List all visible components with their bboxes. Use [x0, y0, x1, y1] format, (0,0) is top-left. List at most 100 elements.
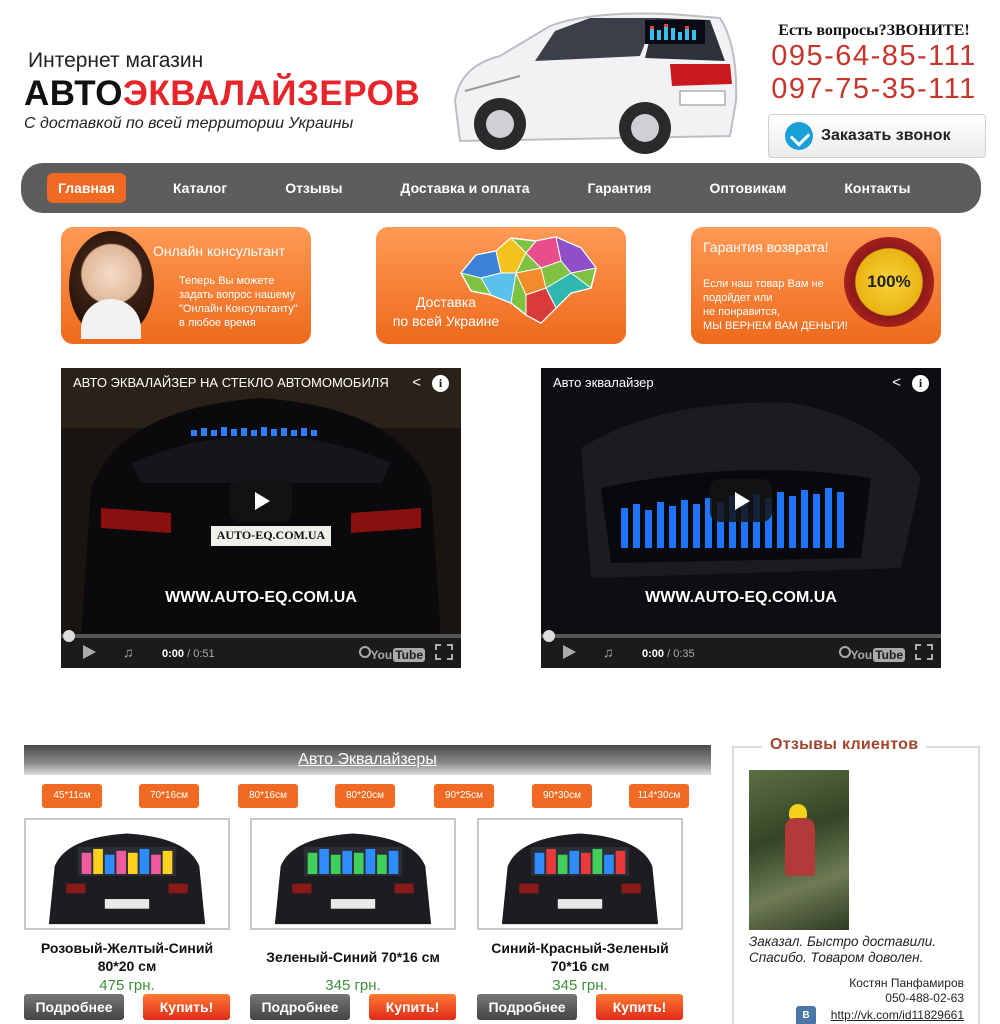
- video-player-1[interactable]: AUTO-EQ.COM.UA АВТО ЭКВАЛАЙЗЕР НА СТЕКЛО…: [61, 368, 461, 668]
- video-1-url-overlay: WWW.AUTO-EQ.COM.UA: [165, 589, 357, 606]
- order-call-button[interactable]: Заказать звонок: [768, 114, 986, 158]
- catalog-heading: Авто Эквалайзеры: [24, 745, 711, 775]
- logo-tagline: Интернет магазин: [28, 49, 204, 72]
- nav-item-wholesale[interactable]: Оптовикам: [698, 173, 797, 203]
- nav-item-home[interactable]: Главная: [47, 173, 126, 203]
- video-player-2[interactable]: Авто эквалайзер < i WWW.AUTO-EQ.COM.UA ♫…: [541, 368, 941, 668]
- size-button[interactable]: 114*30см: [629, 784, 689, 808]
- reviews-box: Отзывы клиентов Заказал. Быстро доставил…: [732, 736, 980, 1024]
- fullscreen-icon[interactable]: [915, 644, 933, 660]
- consultant-text-line: в любое время: [179, 317, 256, 329]
- video-2-title[interactable]: Авто эквалайзер: [553, 375, 654, 390]
- call-prompt: Есть вопросы?ЗВОНИТЕ!: [778, 22, 970, 39]
- nav-item-guarantee[interactable]: Гарантия: [576, 173, 662, 203]
- size-button[interactable]: 80*16см: [238, 784, 298, 808]
- product-name[interactable]: Синий-Красный-Зеленый 70*16 см: [477, 939, 683, 975]
- video-1-title[interactable]: АВТО ЭКВАЛАЙЗЕР НА СТЕКЛО АВТОМОМОБИЛЯ: [73, 375, 389, 390]
- fullscreen-icon[interactable]: [435, 644, 453, 660]
- volume-icon[interactable]: ♫: [603, 644, 614, 660]
- review-text: Заказал. Быстро доставили. Спасибо. Това…: [749, 934, 937, 965]
- nav-item-contacts[interactable]: Контакты: [833, 173, 921, 203]
- callback-phone-icon: [785, 122, 813, 150]
- guarantee-text-line: не понравится,: [703, 306, 781, 318]
- product-image[interactable]: [477, 818, 683, 930]
- control-play-icon[interactable]: [563, 645, 576, 659]
- youtube-tube: Tube: [873, 648, 905, 662]
- consultant-text-line: задать вопрос нашему: [179, 289, 296, 301]
- play-button[interactable]: [230, 479, 292, 522]
- control-play-icon[interactable]: [83, 645, 96, 659]
- site-logo[interactable]: Интернет магазин АВТОЭКВАЛАЙЗЕРОВ С дост…: [24, 48, 424, 134]
- product-card: Синий-Красный-Зеленый 70*16 см 345 грн. …: [477, 818, 683, 1020]
- size-button[interactable]: 80*20см: [335, 784, 395, 808]
- catalog-heading-link[interactable]: Авто Эквалайзеры: [298, 751, 437, 768]
- review-author-phone: 050-488-02-63: [885, 991, 964, 1005]
- helmet-shape: [789, 804, 807, 819]
- youtube-tube: Tube: [393, 648, 425, 662]
- video-1-current-time: 0:00: [162, 648, 185, 660]
- share-icon[interactable]: <: [892, 374, 901, 391]
- logo-subtitle: С доставкой по всей территории Украины: [24, 115, 354, 132]
- video-2-seek-handle[interactable]: [543, 630, 555, 642]
- product-name[interactable]: Зеленый-Синий 70*16 см: [250, 939, 456, 975]
- video-2-url-overlay: WWW.AUTO-EQ.COM.UA: [645, 589, 837, 606]
- reviews-title: Отзывы клиентов: [762, 736, 927, 754]
- header-contacts: Есть вопросы?ЗВОНИТЕ! 095-64-85-111 097-…: [760, 22, 988, 106]
- consultant-text-line: Теперь Вы можете: [179, 275, 275, 287]
- header-car-image: [453, 12, 738, 154]
- product-card: Зеленый-Синий 70*16 см 345 грн. Подробне…: [250, 818, 456, 1020]
- size-button[interactable]: 90*25см: [434, 784, 494, 808]
- video-1-progress-bar[interactable]: [61, 634, 461, 638]
- details-button[interactable]: Подробнее: [477, 994, 577, 1020]
- product-name[interactable]: Розовый-Желтый-Синий 80*20 см: [24, 939, 230, 975]
- buy-button[interactable]: Купить!: [143, 994, 230, 1020]
- video-1-duration: / 0:51: [187, 648, 215, 660]
- banner-money-back[interactable]: Гарантия возврата! Если наш товар Вам не…: [691, 227, 941, 344]
- info-icon[interactable]: i: [912, 374, 929, 392]
- watch-later-icon[interactable]: [839, 646, 851, 658]
- person-shape: [785, 818, 815, 876]
- buy-button[interactable]: Купить!: [596, 994, 683, 1020]
- phone-1[interactable]: 095-64-85-111: [760, 40, 988, 73]
- consultant-title: Онлайн консультант: [153, 243, 286, 259]
- product-price: 475 грн.: [99, 977, 155, 994]
- info-icon[interactable]: i: [432, 374, 449, 392]
- video-1-time: 0:00 / 0:51: [162, 648, 215, 660]
- buy-button[interactable]: Купить!: [369, 994, 456, 1020]
- product-card: Розовый-Желтый-Синий 80*20 см 475 грн. П…: [24, 818, 230, 1020]
- video-2-current-time: 0:00: [642, 648, 665, 660]
- youtube-logo-icon[interactable]: You Tube: [850, 648, 905, 662]
- banner-delivery[interactable]: Доставка по всей Украине: [376, 227, 626, 344]
- vk-icon[interactable]: В: [796, 1006, 816, 1024]
- youtube-logo-icon[interactable]: You Tube: [370, 648, 425, 662]
- nav-item-reviews[interactable]: Отзывы: [274, 173, 353, 203]
- phone-2[interactable]: 097-75-35-111: [760, 73, 988, 106]
- nav-item-catalog[interactable]: Каталог: [162, 173, 238, 203]
- play-button[interactable]: [710, 479, 772, 522]
- product-image[interactable]: [24, 818, 230, 930]
- product-image[interactable]: [250, 818, 456, 930]
- youtube-you: You: [370, 648, 393, 662]
- review-author: Костян Панфамиров 050-488-02-63: [849, 976, 964, 1006]
- consultant-text-line: "Онлайн Консультанту": [179, 303, 298, 315]
- consultant-text: Теперь Вы можете задать вопрос нашему "О…: [179, 274, 298, 330]
- volume-icon[interactable]: ♫: [123, 644, 134, 660]
- guarantee-text-line: подойдет или: [703, 292, 773, 304]
- share-icon[interactable]: <: [412, 374, 421, 391]
- reviewer-photo: [749, 770, 849, 930]
- video-2-progress-bar[interactable]: [541, 634, 941, 638]
- size-button[interactable]: 90*30см: [532, 784, 592, 808]
- product-price: 345 грн.: [325, 977, 381, 994]
- details-button[interactable]: Подробнее: [24, 994, 124, 1020]
- size-button[interactable]: 70*16см: [139, 784, 199, 808]
- banner-online-consultant[interactable]: Онлайн консультант Теперь Вы можете зада…: [61, 227, 311, 344]
- brand-part1: АВТО: [24, 74, 123, 113]
- video-1-seek-handle[interactable]: [63, 630, 75, 642]
- size-button[interactable]: 45*11см: [42, 784, 102, 808]
- details-button[interactable]: Подробнее: [250, 994, 350, 1020]
- nav-item-delivery[interactable]: Доставка и оплата: [389, 173, 540, 203]
- guarantee-text-line: Если наш товар Вам не: [703, 278, 824, 290]
- guarantee-text: Если наш товар Вам не подойдет или не по…: [703, 277, 848, 333]
- vk-profile-link[interactable]: http://vk.com/id11829661: [831, 1008, 964, 1022]
- watch-later-icon[interactable]: [359, 646, 371, 658]
